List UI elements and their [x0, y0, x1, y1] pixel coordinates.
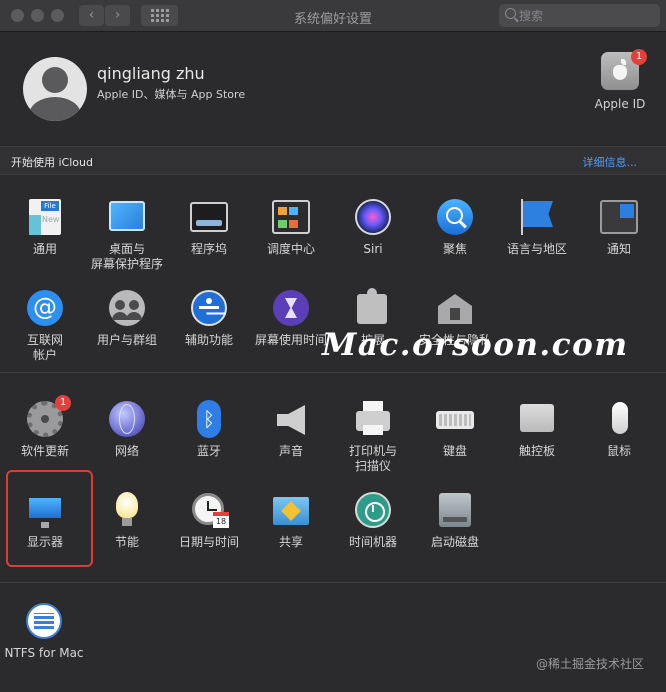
pane-label: 通知 — [606, 242, 631, 256]
icloud-label: 开始使用 iCloud — [11, 156, 93, 169]
light-bulb-icon — [116, 492, 138, 526]
pane-siri[interactable]: Siri — [332, 197, 414, 257]
search-icon — [505, 8, 516, 19]
avatar[interactable] — [23, 57, 87, 121]
hourglass-icon — [273, 290, 309, 326]
user-name: qingliang zhu — [97, 64, 205, 83]
pane-mission-control[interactable]: 调度中心 — [250, 197, 332, 257]
desktop-icon — [109, 201, 145, 231]
speaker-icon — [277, 405, 305, 435]
keyboard-icon — [436, 411, 474, 429]
pane-label: 通用 — [32, 242, 57, 256]
pane-mouse[interactable]: 鼠标 — [578, 399, 660, 459]
search-field[interactable] — [499, 4, 660, 27]
pane-label: 声音 — [278, 444, 303, 458]
pane-label: 鼠标 — [606, 444, 631, 458]
pane-time-machine[interactable]: 时间机器 — [332, 490, 414, 550]
globe-icon — [109, 401, 145, 437]
general-icon: File New — [29, 199, 61, 235]
dock-icon — [190, 202, 228, 232]
pane-startup-disk[interactable]: 启动磁盘 — [414, 490, 496, 550]
pane-dock[interactable]: 程序坞 — [168, 197, 250, 257]
apple-id-pane[interactable]: 1 Apple ID — [588, 49, 652, 114]
pane-notifications[interactable]: 通知 — [578, 197, 660, 257]
displays-highlight-frame — [6, 470, 93, 567]
footer-watermark: @稀土掘金技术社区 — [535, 657, 644, 671]
ntfs-icon — [26, 603, 62, 639]
apple-id-badge: 1 — [631, 49, 647, 65]
spotlight-icon — [437, 199, 473, 235]
pane-ntfs-for-mac[interactable]: NTFS for Mac — [2, 601, 86, 661]
sharing-folder-icon — [273, 497, 309, 525]
pane-label: 蓝牙 — [196, 444, 221, 458]
trackpad-icon — [520, 404, 554, 432]
flag-icon — [523, 201, 553, 227]
pane-trackpad[interactable]: 触控板 — [496, 399, 578, 459]
pane-screen-time[interactable]: 屏幕使用时间 — [250, 288, 332, 348]
pane-label: 调度中心 — [266, 242, 315, 256]
icloud-banner: 开始使用 iCloud 详细信息... — [0, 146, 666, 175]
pane-label: 网络 — [114, 444, 139, 458]
pane-label: 时间机器 — [348, 535, 397, 549]
house-icon — [438, 294, 472, 324]
pane-label: 屏幕使用时间 — [254, 333, 327, 347]
pane-language-region[interactable]: 语言与地区 — [496, 197, 578, 257]
pane-users-groups[interactable]: 用户与群组 — [86, 288, 168, 348]
pane-label: 日期与时间 — [178, 535, 239, 549]
pane-label: NTFS for Mac — [4, 646, 84, 660]
title-bar: ‹ › 系统偏好设置 — [0, 0, 666, 32]
pane-date-time[interactable]: 18 日期与时间 — [168, 490, 250, 550]
mission-control-icon — [272, 200, 310, 234]
pane-label: 桌面与 屏幕保护程序 — [90, 242, 163, 271]
pane-keyboard[interactable]: 键盘 — [414, 399, 496, 459]
pane-label: 触控板 — [518, 444, 555, 458]
pane-label: Siri — [363, 242, 383, 256]
user-subtitle: Apple ID、媒体与 App Store — [97, 88, 246, 101]
puzzle-icon — [357, 288, 387, 324]
section-divider — [0, 582, 666, 583]
pane-printers-scanners[interactable]: 打印机与 扫描仪 — [332, 399, 414, 474]
pane-bluetooth[interactable]: ᛒ 蓝牙 — [168, 399, 250, 459]
pane-general[interactable]: File New 通用 — [4, 197, 86, 257]
bluetooth-icon: ᛒ — [197, 400, 221, 438]
at-sign-icon: @ — [27, 290, 63, 326]
accessibility-icon — [191, 290, 227, 326]
pane-accessibility[interactable]: 辅助功能 — [168, 288, 250, 348]
pane-label: 节能 — [114, 535, 139, 549]
pane-software-update[interactable]: 1 软件更新 — [4, 395, 86, 459]
pane-label: 互联网 帐户 — [26, 333, 63, 362]
pane-label: 启动磁盘 — [430, 535, 479, 549]
pane-network[interactable]: 网络 — [86, 399, 168, 459]
watermark: Mac.orsoon.com — [322, 327, 629, 363]
pane-label: 共享 — [278, 535, 303, 549]
pane-label: 语言与地区 — [506, 242, 567, 256]
software-update-badge: 1 — [55, 395, 71, 411]
calendar-icon: 18 — [213, 512, 229, 528]
section-divider — [0, 372, 666, 373]
pane-desktop-screensaver[interactable]: 桌面与 屏幕保护程序 — [86, 197, 168, 272]
users-icon — [109, 290, 145, 326]
apple-id-label: Apple ID — [594, 97, 646, 111]
time-machine-icon — [355, 492, 391, 528]
siri-icon — [355, 199, 391, 235]
pane-sound[interactable]: 声音 — [250, 399, 332, 459]
pane-label: 打印机与 扫描仪 — [348, 444, 397, 473]
pane-label: 软件更新 — [20, 444, 69, 458]
pane-label: 聚焦 — [442, 242, 467, 256]
pane-energy-saver[interactable]: 节能 — [86, 490, 168, 550]
search-input[interactable] — [519, 7, 649, 24]
notifications-icon — [600, 200, 638, 234]
printer-icon — [356, 401, 390, 435]
icloud-details-link[interactable]: 详细信息... — [583, 154, 638, 170]
mouse-icon — [612, 402, 628, 434]
pane-label: 用户与群组 — [96, 333, 157, 347]
pane-label: 键盘 — [442, 444, 467, 458]
hard-disk-icon — [439, 493, 471, 527]
pane-spotlight[interactable]: 聚焦 — [414, 197, 496, 257]
pane-label: 辅助功能 — [184, 333, 233, 347]
pane-sharing[interactable]: 共享 — [250, 490, 332, 550]
pane-internet-accounts[interactable]: @ 互联网 帐户 — [4, 288, 86, 363]
pane-label: 程序坞 — [190, 242, 227, 256]
